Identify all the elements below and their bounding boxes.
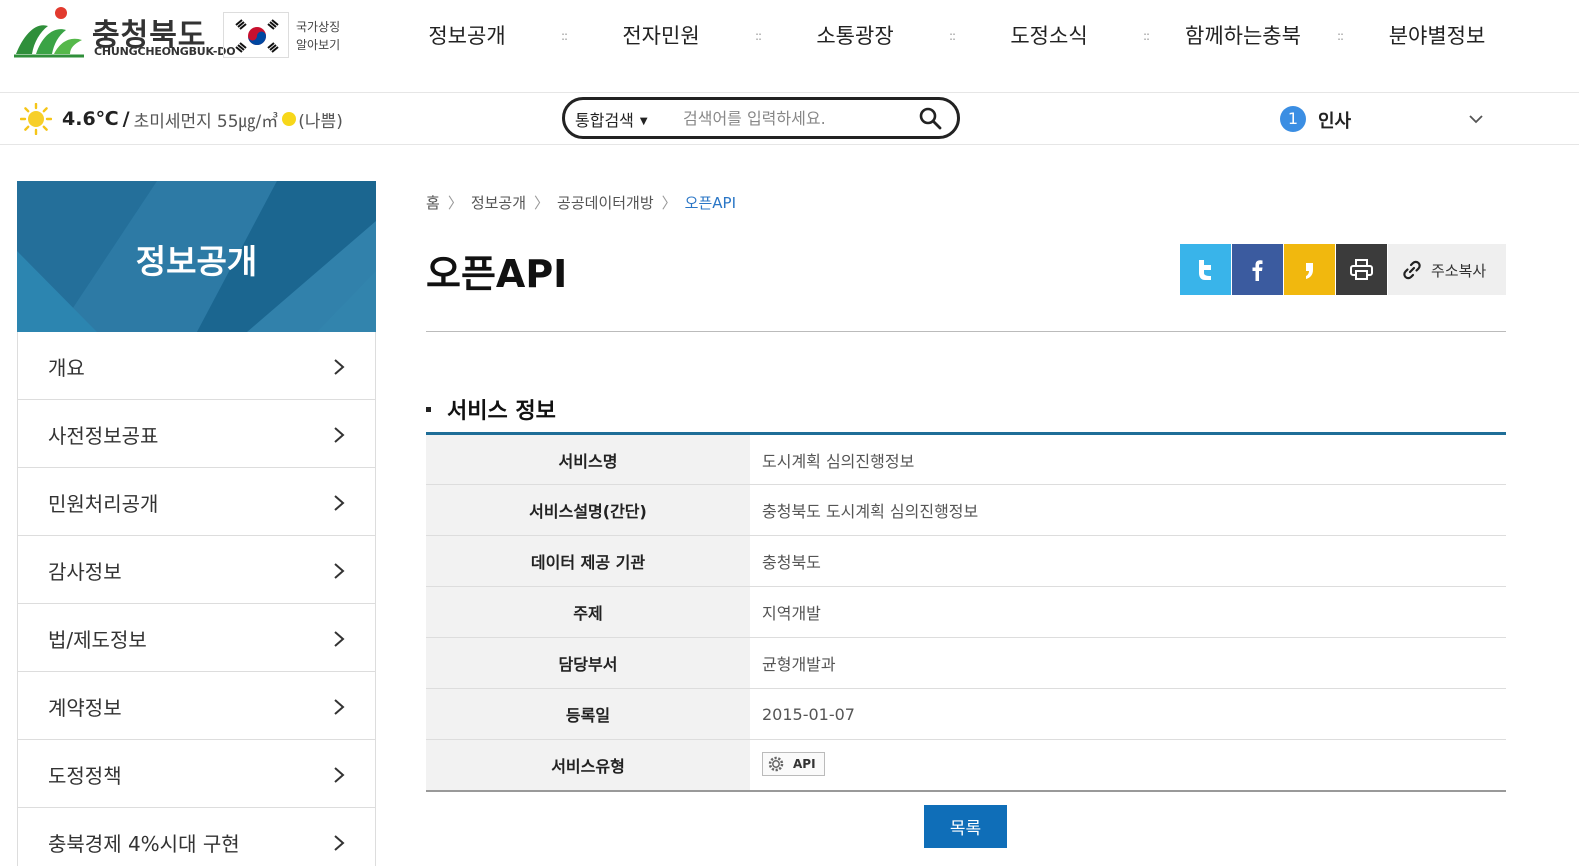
fine-dust-value: 55㎍/㎥ — [216, 111, 279, 132]
chevron-right-icon — [334, 427, 345, 443]
sidebar-item-audit[interactable]: 감사정보 — [18, 536, 375, 604]
search-bar: 통합검색 ▼ — [562, 97, 960, 139]
table-row: 서비스설명(간단) 충청북도 도시계획 심의진행정보 — [426, 484, 1506, 536]
breadcrumb-home[interactable]: 홈 — [426, 192, 440, 213]
nav-item-e-civil[interactable]: 전자민원:: — [564, 16, 762, 56]
twitter-share-button[interactable] — [1180, 244, 1231, 295]
twitter-icon — [1199, 260, 1211, 280]
sidebar-item-law[interactable]: 법/제도정보 — [18, 604, 375, 672]
table-row: 등록일 2015-01-07 — [426, 688, 1506, 740]
nav-item-info-disclosure[interactable]: 정보공개:: — [370, 16, 568, 56]
table-row: 주제 지역개발 — [426, 586, 1506, 638]
chevron-right-icon — [334, 835, 345, 851]
table-row: 데이터 제공 기관 충청북도 — [426, 535, 1506, 587]
sidebar-item-civil-processing[interactable]: 민원처리공개 — [18, 468, 375, 536]
breadcrumb-info-disclosure[interactable]: 정보공개 — [471, 192, 526, 213]
dropdown-triangle-icon: ▼ — [639, 116, 648, 127]
chungbuk-logo-icon — [14, 7, 84, 58]
search-input[interactable] — [683, 106, 903, 130]
api-type-badge: API — [762, 752, 825, 777]
service-info-table: 서비스명 도시계획 심의진행정보 서비스설명(간단) 충청북도 도시계획 심의진행정… — [426, 432, 1506, 792]
chevron-right-icon — [334, 563, 345, 579]
sidebar-item-contract[interactable]: 계약정보 — [18, 672, 375, 740]
search-icon — [919, 107, 942, 130]
link-icon — [1403, 260, 1421, 280]
share-toolbar: 주소복사 — [1180, 244, 1506, 295]
sidebar: 정보공개 개요 사전정보공표 민원처리공개 감사정보 법/제도정보 계약정보 도… — [17, 181, 376, 866]
gear-icon — [768, 757, 784, 772]
table-row: 서비스명 도시계획 심의진행정보 — [426, 433, 1506, 485]
site-header: 충청북도 CHUNGCHEONGBUK-DO 국가상징 알아보기 정보공개:: … — [0, 0, 1579, 93]
copy-url-label: 주소복사 — [1431, 262, 1487, 280]
page-title: 오픈API — [426, 252, 568, 296]
nav-item-together[interactable]: 함께하는충북:: — [1146, 16, 1344, 56]
sidebar-item-economy[interactable]: 충북경제 4%시대 구현 — [18, 808, 375, 866]
fine-dust-label: 초미세먼지 — [133, 111, 212, 132]
api-type-label: API — [793, 757, 816, 772]
sidebar-title: 정보공개 — [135, 242, 258, 281]
facebook-icon — [1252, 260, 1263, 281]
sidebar-header: 정보공개 — [17, 181, 376, 332]
breadcrumb: 홈 〉 정보공개 〉 공공데이터개방 〉 오픈API — [426, 192, 736, 213]
breadcrumb-chevron-icon: 〉 — [534, 194, 550, 212]
nav-item-news[interactable]: 도정소식:: — [952, 16, 1150, 56]
search-scope-select[interactable]: 통합검색 ▼ — [575, 107, 648, 131]
breadcrumb-current[interactable]: 오픈API — [685, 192, 736, 213]
section-title: 서비스 정보 — [426, 393, 556, 425]
temperature-value: 4.6℃ — [62, 108, 119, 130]
national-symbol-text[interactable]: 국가상징 알아보기 — [296, 18, 340, 54]
printer-icon — [1350, 259, 1373, 280]
breadcrumb-chevron-icon: 〉 — [447, 194, 463, 212]
nav-item-field-info[interactable]: 분야별정보 — [1340, 16, 1534, 56]
national-symbol-link[interactable] — [223, 12, 289, 58]
table-row: 담당부서 균형개발과 — [426, 637, 1506, 689]
info-bar: 4.6℃ / 초미세먼지 55㎍/㎥ (나쁨) 통합검색▼ 1 인사 — [0, 93, 1579, 145]
breadcrumb-public-data[interactable]: 공공데이터개방 — [557, 192, 654, 213]
korean-flag-icon — [235, 19, 279, 53]
chevron-right-icon — [334, 495, 345, 511]
fine-dust-status: (나쁨) — [298, 111, 343, 132]
kakaostory-icon — [1306, 263, 1313, 279]
copy-url-button[interactable]: 주소복사 — [1388, 244, 1506, 295]
chevron-down-icon[interactable] — [1467, 110, 1485, 128]
breadcrumb-chevron-icon: 〉 — [661, 194, 677, 212]
weather-separator: / — [122, 108, 130, 130]
main-navigation: 정보공개:: 전자민원:: 소통광장:: 도정소식:: 함께하는충북:: 분야별… — [370, 16, 1534, 56]
kakaostory-share-button[interactable] — [1284, 244, 1335, 295]
chevron-right-icon — [334, 767, 345, 783]
sidebar-item-policy[interactable]: 도정정책 — [18, 740, 375, 808]
logo-english-text: CHUNGCHEONGBUK-DO — [94, 45, 236, 58]
weather-widget: 4.6℃ / 초미세먼지 55㎍/㎥ (나쁨) — [20, 103, 343, 135]
sidebar-menu: 개요 사전정보공표 민원처리공개 감사정보 법/제도정보 계약정보 도정정책 충… — [17, 332, 376, 866]
chevron-right-icon — [334, 699, 345, 715]
chevron-right-icon — [334, 631, 345, 647]
sidebar-item-overview[interactable]: 개요 — [18, 332, 375, 400]
chevron-right-icon — [334, 359, 345, 375]
popular-keyword[interactable]: 인사 — [1318, 107, 1351, 133]
table-row: 서비스유형 API — [426, 739, 1506, 791]
facebook-share-button[interactable] — [1232, 244, 1283, 295]
site-logo[interactable]: 충청북도 CHUNGCHEONGBUK-DO — [14, 4, 236, 60]
popular-keyword-ticker[interactable]: 1 인사 — [1280, 106, 1485, 132]
dust-status-dot-icon — [282, 112, 297, 126]
rank-number-badge: 1 — [1280, 106, 1306, 132]
nav-item-communication[interactable]: 소통광장:: — [758, 16, 956, 56]
list-button[interactable]: 목록 — [924, 805, 1007, 848]
sidebar-item-pre-disclosure[interactable]: 사전정보공표 — [18, 400, 375, 468]
sun-icon — [20, 103, 52, 135]
search-button[interactable] — [917, 106, 943, 132]
print-button[interactable] — [1336, 244, 1387, 295]
title-divider — [426, 331, 1506, 332]
